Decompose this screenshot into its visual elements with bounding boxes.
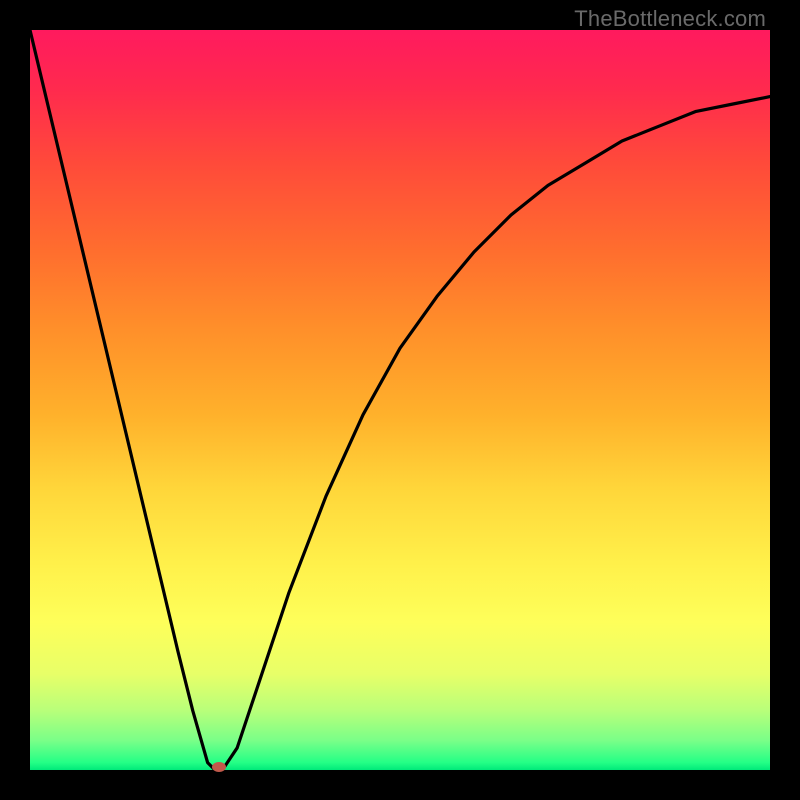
chart-frame: TheBottleneck.com [0,0,800,800]
optimal-point-marker [212,762,226,772]
bottleneck-curve-path [30,30,770,770]
chart-curve-svg [30,30,770,770]
watermark-text: TheBottleneck.com [574,6,766,32]
